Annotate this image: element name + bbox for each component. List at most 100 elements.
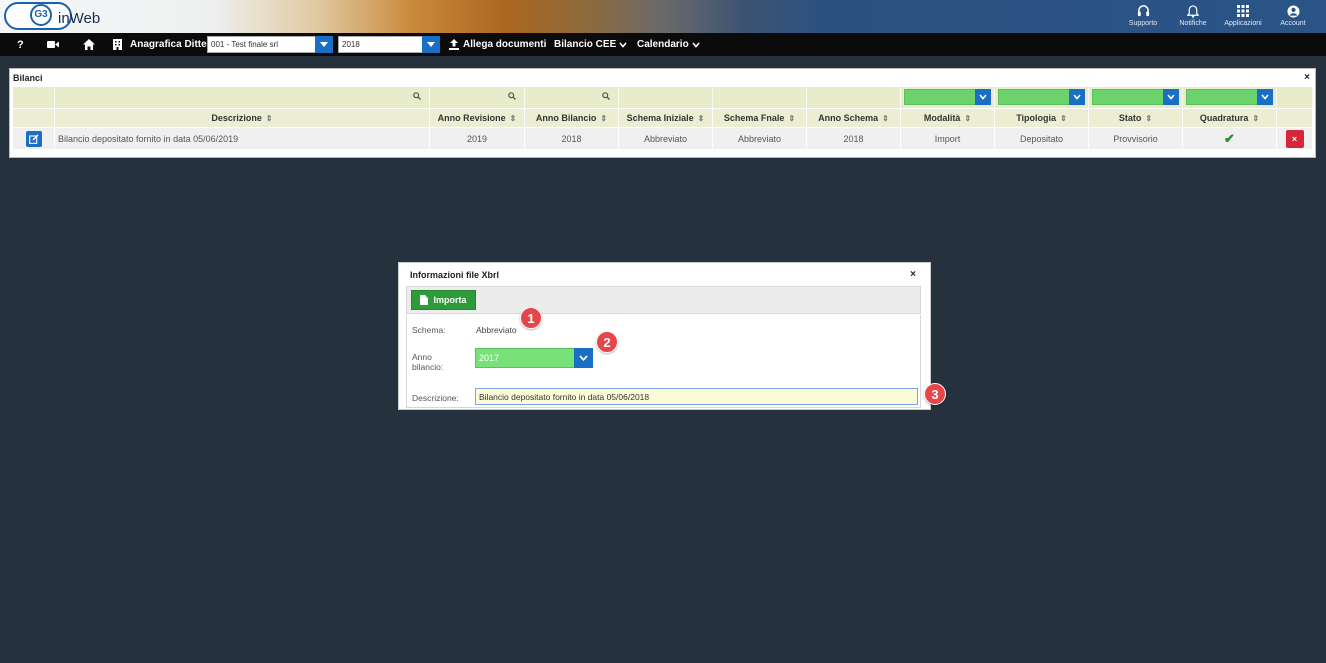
chevron-down-icon[interactable]	[975, 89, 991, 105]
filter-quadratura[interactable]	[1183, 87, 1277, 108]
applicazioni-label: Applicazioni	[1224, 20, 1262, 27]
chevron-down-icon[interactable]	[1163, 89, 1179, 105]
filter-descrizione[interactable]	[55, 87, 430, 108]
calendario-menu[interactable]: Calendario	[637, 33, 700, 56]
dialog-close-button[interactable]: ×	[910, 269, 916, 280]
bilancio-cee-label: Bilancio CEE	[554, 39, 617, 50]
chevron-down-icon[interactable]	[315, 36, 333, 53]
sort-icon: ⇕	[882, 113, 889, 123]
modalita-filter-select[interactable]	[904, 89, 991, 105]
home-icon[interactable]	[83, 33, 95, 56]
account-button[interactable]: Account	[1268, 0, 1318, 33]
header-row: Descrizione ⇕ Anno Revisione ⇕ Anno Bilanc…	[13, 109, 1313, 127]
apps-grid-icon	[1237, 2, 1249, 20]
importa-button[interactable]: Importa	[411, 290, 476, 310]
search-icon	[508, 92, 516, 102]
cell-modalita: Import	[901, 128, 995, 149]
filter-cell-delete	[1277, 87, 1313, 108]
annotation-marker-2: 2	[596, 331, 618, 353]
main-navbar: ? Anagrafica Ditte 001 - Test finale srl…	[0, 33, 1326, 56]
column-header-tipologia[interactable]: Tipologia ⇕	[995, 109, 1089, 127]
filter-anno-bilancio[interactable]	[525, 87, 619, 108]
company-select-value: 001 - Test finale srl	[211, 40, 278, 49]
column-header-quadratura[interactable]: Quadratura ⇕	[1183, 109, 1277, 127]
table-row[interactable]: Bilancio depositato fornito in data 05/0…	[13, 128, 1313, 149]
chevron-down-icon	[692, 41, 700, 48]
column-header-schema-iniziale[interactable]: Schema Iniziale ⇕	[619, 109, 713, 127]
column-header-modalita[interactable]: Modalità ⇕	[901, 109, 995, 127]
filter-anno-revisione[interactable]	[430, 87, 525, 108]
header-cell-delete	[1277, 109, 1313, 127]
logo-badge: G3	[30, 4, 52, 26]
column-header-stato[interactable]: Stato ⇕	[1089, 109, 1183, 127]
column-header-descrizione[interactable]: Descrizione ⇕	[55, 109, 430, 127]
filter-modalita[interactable]	[901, 87, 995, 108]
edit-button[interactable]	[25, 130, 42, 147]
building-icon	[113, 33, 122, 56]
bell-icon	[1187, 2, 1199, 20]
annotation-marker-1: 1	[520, 307, 542, 329]
filter-stato[interactable]	[1089, 87, 1183, 108]
quadratura-filter-select[interactable]	[1186, 89, 1273, 105]
cell-anno-schema: 2018	[807, 128, 901, 149]
schema-label: Schema:	[412, 325, 446, 335]
descrizione-input[interactable]	[475, 388, 918, 405]
check-icon: ✔	[1183, 128, 1277, 149]
sort-icon: ⇕	[1145, 113, 1153, 123]
help-button[interactable]: ?	[17, 33, 24, 56]
app-logo[interactable]: G3 inWeb	[4, 2, 124, 30]
search-icon	[602, 92, 610, 102]
company-select[interactable]: 001 - Test finale srl	[207, 36, 333, 53]
notifiche-button[interactable]: Notifiche	[1168, 0, 1218, 33]
sort-icon: ⇕	[1060, 113, 1067, 123]
notifiche-label: Notifiche	[1179, 20, 1207, 27]
stato-filter-select[interactable]	[1092, 89, 1179, 105]
sort-icon: ⇕	[600, 113, 608, 123]
chevron-down-icon[interactable]	[574, 348, 593, 368]
column-header-anno-schema[interactable]: Anno Schema ⇕	[807, 109, 901, 127]
delete-button[interactable]: ×	[1285, 129, 1304, 148]
cell-tipologia: Depositato	[995, 128, 1089, 149]
sort-icon: ⇕	[964, 113, 972, 123]
panel-close-button[interactable]: ×	[1304, 72, 1310, 83]
account-label: Account	[1280, 20, 1306, 27]
cell-anno-bilancio: 2018	[525, 128, 619, 149]
year-select[interactable]: 2018	[338, 36, 440, 53]
xbrl-info-dialog: Informazioni file Xbrl × Importa Schema:…	[398, 262, 931, 410]
filter-schema-finale	[713, 87, 807, 108]
sort-icon: ⇕	[1252, 113, 1260, 123]
column-header-anno-revisione[interactable]: Anno Revisione ⇕	[430, 109, 525, 127]
anagrafica-ditte-link[interactable]: Anagrafica Ditte	[130, 33, 207, 56]
file-icon	[420, 295, 429, 305]
video-icon[interactable]	[47, 33, 59, 56]
chevron-down-icon[interactable]	[1257, 89, 1273, 105]
allega-documenti-link[interactable]: Allega documenti	[463, 33, 546, 56]
cell-schema-iniziale: Abbreviato	[619, 128, 713, 149]
header-actions: Supporto Notifiche Applicazioni Account	[1118, 0, 1318, 33]
column-header-schema-finale[interactable]: Schema Fnale ⇕	[713, 109, 807, 127]
column-header-anno-bilancio[interactable]: Anno Bilancio ⇕	[525, 109, 619, 127]
bilanci-panel: Bilanci × Descrizione ⇕ Anno Revisione ⇕…	[9, 68, 1316, 158]
supporto-label: Supporto	[1128, 20, 1158, 27]
sort-icon: ⇕	[697, 113, 705, 123]
descrizione-label: Descrizione:	[412, 393, 459, 403]
year-select-value: 2018	[342, 40, 360, 49]
filter-anno-schema	[807, 87, 901, 108]
anno-bilancio-label-line2: bilancio:	[412, 362, 444, 372]
annotation-marker-3: 3	[924, 383, 946, 405]
chevron-down-icon[interactable]	[1069, 89, 1085, 105]
schema-value: Abbreviato	[476, 325, 517, 335]
anno-bilancio-select[interactable]: 2017	[475, 348, 593, 368]
tipologia-filter-select[interactable]	[998, 89, 1085, 105]
top-header: G3 inWeb Supporto Notifiche Applicazioni	[0, 0, 1326, 33]
applicazioni-button[interactable]: Applicazioni	[1218, 0, 1268, 33]
supporto-button[interactable]: Supporto	[1118, 0, 1168, 33]
chevron-down-icon[interactable]	[422, 36, 440, 53]
filter-tipologia[interactable]	[995, 87, 1089, 108]
sort-icon: ⇕	[788, 113, 796, 123]
dialog-title: Informazioni file Xbrl	[410, 270, 500, 280]
bilancio-cee-menu[interactable]: Bilancio CEE	[554, 33, 627, 56]
calendario-label: Calendario	[637, 39, 689, 50]
row-actions-cell	[13, 128, 55, 149]
cell-stato: Provvisorio	[1089, 128, 1183, 149]
